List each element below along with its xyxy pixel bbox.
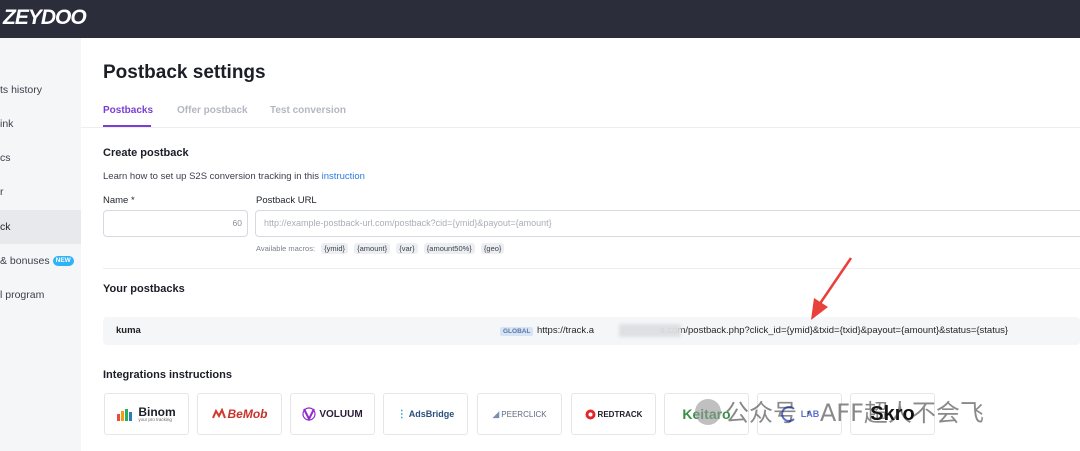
macro-chip[interactable]: {ymid} [321,243,349,254]
redtrack-logo-text: REDTRACK [597,409,643,419]
main-content: Postback settings Postbacks Offer postba… [81,38,1080,451]
redtrack-icon [585,409,596,419]
integration-voluum[interactable]: VOLUUM [290,393,375,435]
page-title: Postback settings [103,62,266,83]
section-divider [103,268,1080,269]
postback-url: https://track.a s.com/postback.php?click_… [537,325,1009,336]
wechat-icon [695,399,721,425]
instruction-link[interactable]: instruction [322,171,365,182]
tab-offer-postback[interactable]: Offer postback [177,105,248,116]
sidebar-item-label: r [0,186,4,198]
new-badge: NEW [52,256,74,267]
sidebar-item-label: l program [0,289,45,301]
integration-bemob[interactable]: BeMob [197,393,282,435]
top-bar: ZEYDOO [0,0,1080,38]
integration-peerclick[interactable]: ◢ PEERCLICK [477,393,562,435]
peerclick-icon: ◢ [492,408,500,419]
name-input[interactable]: 60 [103,210,248,237]
zeydoo-logo[interactable]: ZEYDOO [3,6,87,30]
sidebar-item-label: ink [0,118,14,130]
sidebar-item-postback[interactable]: ck [0,210,81,244]
global-badge: GLOBAL [500,327,534,336]
sidebar-item-bonuses[interactable]: & bonuses NEW [0,244,81,278]
binom-bars-icon [117,409,133,421]
create-postback-title: Create postback [103,147,189,159]
peerclick-logo-text: PEERCLICK [501,409,547,419]
sidebar-item-link[interactable]: ink [0,107,81,141]
sidebar-item-label: cs [0,152,11,164]
redacted-blur [619,324,681,337]
sidebar-item-label: ck [0,221,11,233]
voluum-icon [302,407,316,421]
postback-url-label: Postback URL [256,195,317,206]
sidebar-item-statistics[interactable]: cs [0,141,81,175]
name-char-counter: 60 [232,218,242,228]
sidebar: ts history ink cs r ck & bonuses NEW l pr… [0,38,81,451]
integrations-title: Integrations instructions [103,369,232,381]
integration-adsbridge[interactable]: ⋮ AdsBridge [383,393,468,435]
macro-chip[interactable]: {amount50%} [423,243,475,254]
tab-postbacks[interactable]: Postbacks [103,105,153,116]
available-macros: Available macros: {ymid} {amount} {var} … [256,243,505,254]
tabs-divider [81,127,1080,128]
macros-label: Available macros: [256,244,316,253]
integration-binom[interactable]: Binom your pro tracking [104,393,189,435]
macro-chip[interactable]: {amount} [354,243,391,254]
postback-row[interactable]: kuma GLOBAL https://track.a s.com/postbac… [103,317,1080,345]
sidebar-item-label: ts history [0,84,43,96]
bemob-logo-text: BeMob [227,407,268,421]
postback-url-input[interactable]: http://example-postback-url.com/postback… [255,210,1080,237]
help-text: Learn how to set up S2S conversion track… [103,171,365,182]
name-label: Name * [103,195,135,206]
tab-test-conversion[interactable]: Test conversion [270,105,346,116]
macro-chip[interactable]: {geo} [480,243,505,254]
sidebar-item-payments-history[interactable]: ts history [0,73,81,107]
adsbridge-logo-text: AdsBridge [408,409,455,419]
binom-logo-sub: your pro tracking [138,416,172,422]
wechat-watermark: 公众号 · AFF超人不会飞 [695,393,984,428]
sidebar-item-4[interactable]: r [0,175,81,209]
macro-chip[interactable]: {var} [396,243,418,254]
bemob-icon [211,408,226,419]
binom-logo-text: Binom [138,404,176,419]
integration-redtrack[interactable]: REDTRACK [571,393,656,435]
sidebar-item-referral-program[interactable]: l program [0,278,81,312]
sidebar-item-label: & bonuses [0,255,50,267]
voluum-logo-text: VOLUUM [319,408,363,420]
your-postbacks-title: Your postbacks [103,283,185,295]
adsbridge-icon: ⋮ [396,408,407,420]
postback-name: kuma [116,325,141,336]
